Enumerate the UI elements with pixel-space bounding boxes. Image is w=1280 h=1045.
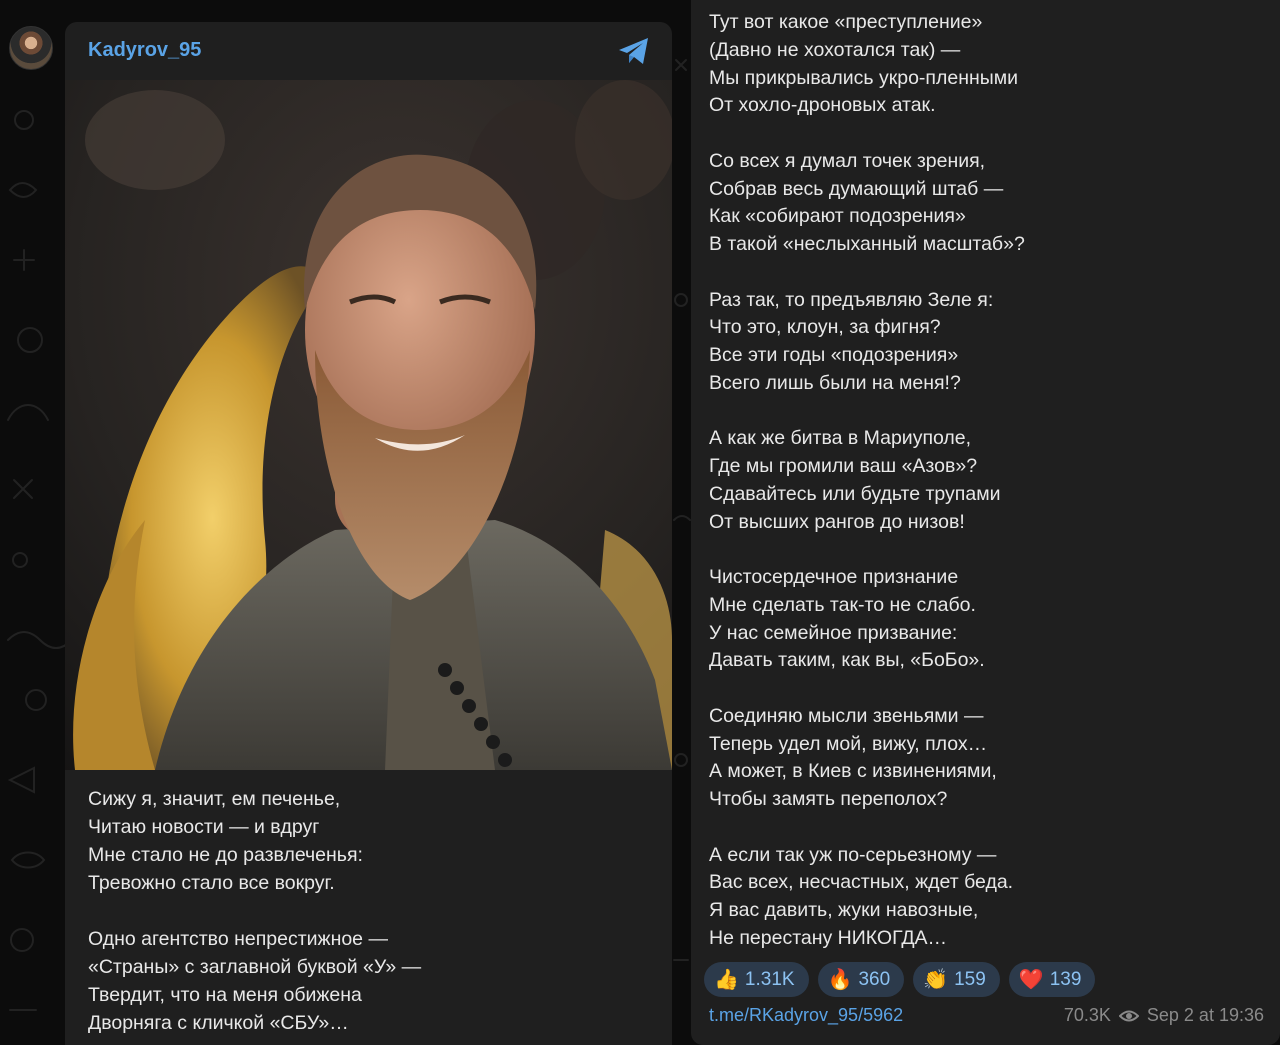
thumbs-up-icon: 👍 xyxy=(714,968,739,991)
message-meta: 70.3K Sep 2 at 19:36 xyxy=(1064,1005,1264,1026)
reaction-count: 139 xyxy=(1049,968,1082,990)
reactions-bar: 👍 1.31K 🔥 360 👏 159 ❤️ 139 xyxy=(704,962,1096,997)
clap-icon: 👏 xyxy=(923,968,949,991)
post-link[interactable]: t.me/RKadyrov_95/5962 xyxy=(709,1005,903,1026)
reaction-fire[interactable]: 🔥 360 xyxy=(817,962,905,997)
reaction-count: 159 xyxy=(954,968,986,990)
message-header: Kadyrov_95 xyxy=(65,22,672,80)
message-text-part-2: Тут вот какое «преступление» (Давно не х… xyxy=(709,11,1025,949)
message-bubble-part-2: Тут вот какое «преступление» (Давно не х… xyxy=(691,0,1280,1045)
telegram-plane-icon[interactable] xyxy=(617,36,651,66)
reaction-heart[interactable]: ❤️ 139 xyxy=(1008,962,1096,997)
heart-icon: ❤️ xyxy=(1018,968,1044,991)
reaction-count: 360 xyxy=(858,968,891,990)
post-photo[interactable] xyxy=(65,80,672,770)
reaction-thumbs-up[interactable]: 👍 1.31K xyxy=(704,962,809,997)
channel-avatar[interactable] xyxy=(9,26,53,70)
reaction-count: 1.31K xyxy=(744,968,795,990)
message-timestamp: Sep 2 at 19:36 xyxy=(1146,1005,1264,1025)
reaction-clap[interactable]: 👏 159 xyxy=(913,962,1000,997)
message-text-part-1: Сижу я, значит, ем печенье, Читаю новост… xyxy=(88,788,422,1034)
eye-icon xyxy=(1118,1010,1139,1021)
channel-name-link[interactable]: Kadyrov_95 xyxy=(88,39,201,62)
message-bubble-part-1: Kadyrov_95 Сижу я, значит, ем печенье, Ч… xyxy=(65,22,672,1045)
fire-icon: 🔥 xyxy=(827,968,853,991)
view-count: 70.3K xyxy=(1063,1005,1111,1025)
